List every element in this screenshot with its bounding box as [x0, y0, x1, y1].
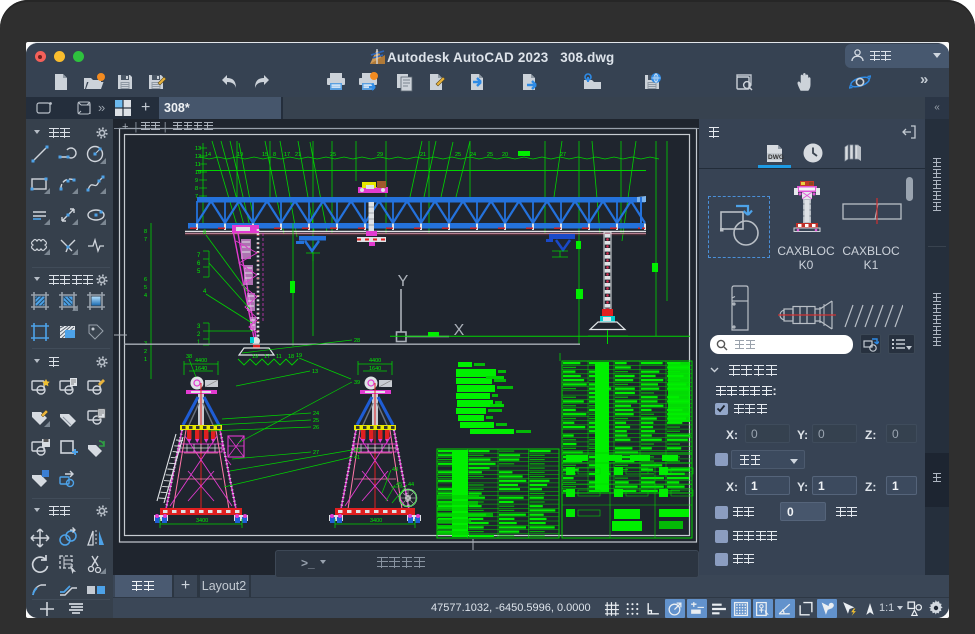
svg-text:1640: 1640: [369, 366, 381, 372]
svg-text:39: 39: [354, 380, 360, 386]
svg-text:DWG: DWG: [768, 154, 784, 161]
svg-text:25: 25: [330, 152, 336, 158]
svg-text:19: 19: [252, 354, 258, 360]
svg-text:6: 6: [144, 277, 147, 283]
svg-text:3400: 3400: [196, 518, 208, 524]
svg-text:1640: 1640: [195, 366, 207, 372]
svg-text:44: 44: [408, 482, 414, 488]
svg-text:11: 11: [195, 162, 201, 168]
svg-text:2: 2: [197, 332, 201, 338]
svg-text:12: 12: [195, 154, 201, 160]
svg-text:8: 8: [144, 229, 147, 235]
svg-text:5: 5: [197, 269, 201, 275]
svg-text:26: 26: [313, 425, 319, 431]
svg-text:5: 5: [144, 285, 147, 291]
svg-text:Y: Y: [398, 273, 409, 290]
svg-text:18: 18: [288, 354, 294, 360]
svg-text:3: 3: [197, 324, 201, 330]
svg-text:7: 7: [197, 253, 201, 259]
svg-text:4: 4: [144, 293, 147, 299]
svg-text:1: 1: [144, 357, 147, 363]
svg-text:27: 27: [313, 450, 319, 456]
svg-text:2: 2: [144, 349, 147, 355]
svg-text:25: 25: [455, 152, 461, 158]
svg-text:13: 13: [195, 146, 201, 152]
svg-text:41: 41: [354, 455, 360, 461]
svg-text:10: 10: [195, 170, 201, 176]
svg-text:43: 43: [392, 467, 398, 473]
svg-text:14: 14: [205, 152, 211, 158]
svg-text:28: 28: [354, 338, 360, 344]
svg-text:25: 25: [313, 418, 319, 424]
svg-text:21: 21: [420, 152, 426, 158]
svg-text:43: 43: [354, 448, 360, 454]
svg-text:11: 11: [276, 354, 282, 360]
svg-text:24: 24: [313, 411, 319, 417]
svg-text:7: 7: [144, 237, 147, 243]
svg-text:17: 17: [264, 354, 270, 360]
svg-text:3400: 3400: [370, 518, 382, 524]
svg-text:13: 13: [312, 369, 318, 375]
svg-text:8: 8: [195, 186, 198, 192]
svg-text:1: 1: [197, 340, 201, 346]
svg-text:6: 6: [197, 261, 201, 267]
svg-text:4400: 4400: [195, 358, 207, 364]
svg-text:9: 9: [195, 178, 198, 184]
svg-text:4400: 4400: [369, 358, 381, 364]
